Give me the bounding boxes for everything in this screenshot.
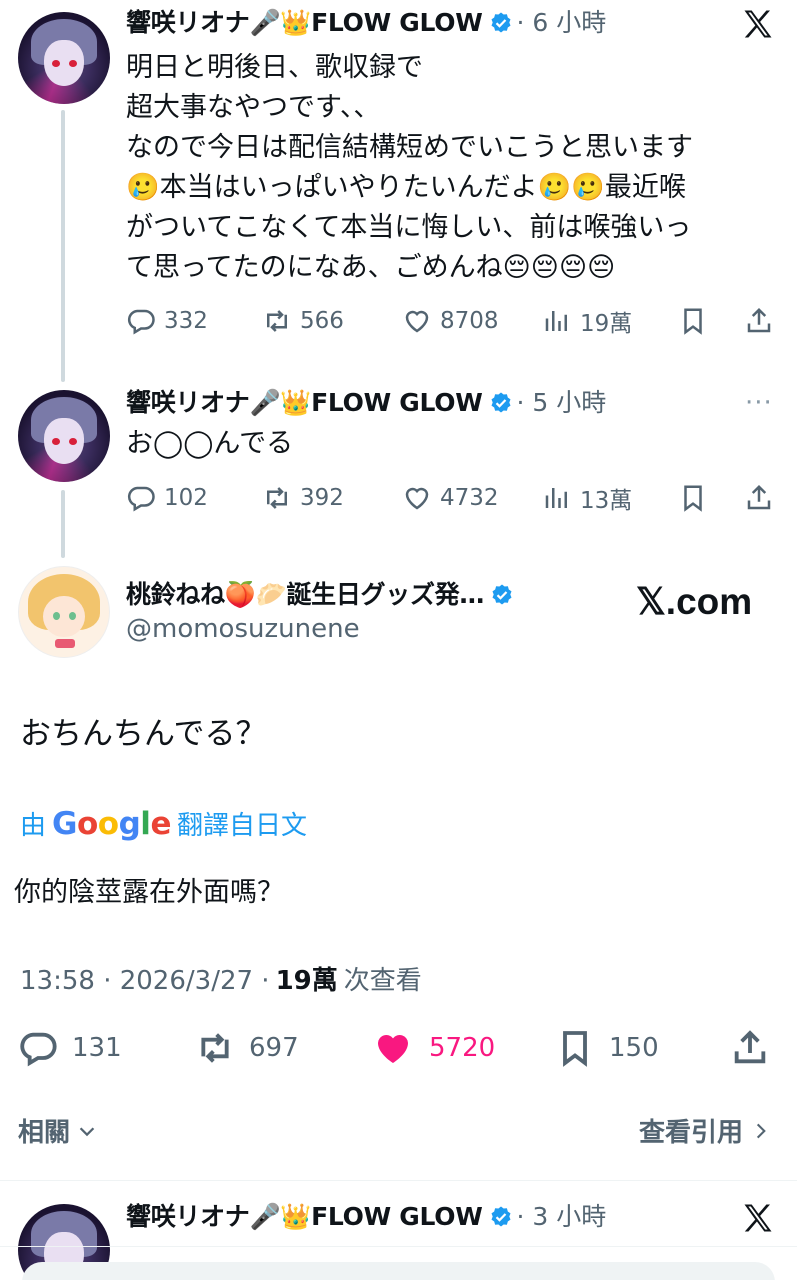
x-logo-icon[interactable]: [740, 1200, 776, 1240]
chevron-down-icon: [79, 1126, 95, 1136]
views-button[interactable]: 19萬: [542, 304, 678, 338]
google-logo: Google: [52, 805, 171, 842]
repost-icon: [201, 1033, 229, 1063]
author-name[interactable]: 響咲リオナ🎤👑FLOW GLOW: [126, 1200, 483, 1234]
bookmark-icon: [684, 308, 702, 335]
timestamp-text: 13:58 · 2026/3/27 ·: [20, 966, 270, 996]
chevron-right-icon: [756, 1123, 766, 1138]
heart-icon: [405, 487, 429, 510]
x-logo-icon[interactable]: [740, 6, 776, 46]
author-name[interactable]: 響咲リオナ🎤👑FLOW GLOW: [126, 6, 483, 40]
share-button[interactable]: [744, 306, 774, 336]
translate-suffix: 翻譯自日文: [176, 811, 307, 841]
reply-button[interactable]: 332: [126, 306, 262, 336]
post-actions: 102 392 4732 13萬: [126, 481, 781, 515]
like-count: 8708: [440, 308, 499, 334]
views-count: 19萬: [580, 311, 633, 337]
reply-button[interactable]: 102: [126, 483, 262, 513]
bookmark-count: 150: [609, 1033, 659, 1063]
reply-icon: [127, 486, 155, 512]
thread-line: [61, 490, 65, 558]
avatar[interactable]: [18, 390, 110, 482]
share-icon: [747, 307, 771, 333]
reply-button[interactable]: 131: [18, 1028, 195, 1068]
post-text: お◯◯んでる: [126, 428, 294, 459]
x-com-watermark: 𝕏.com: [636, 581, 753, 622]
repost-button[interactable]: 566: [262, 306, 402, 336]
reply-count: 332: [164, 308, 208, 334]
heart-filled-icon: [378, 1034, 408, 1063]
reply-icon: [127, 309, 155, 335]
post-timestamp[interactable]: 13:58 · 2026/3/27 · 19萬 次查看: [20, 960, 422, 997]
repost-count: 392: [300, 485, 344, 511]
share-icon: [747, 484, 771, 510]
divider: [0, 1246, 797, 1247]
heart-icon: [405, 310, 429, 333]
like-count: 4732: [440, 485, 499, 511]
author-name[interactable]: 響咲リオナ🎤👑FLOW GLOW: [126, 386, 483, 420]
related-dropdown[interactable]: 相關: [18, 1112, 98, 1149]
view-quotes-label: 查看引用: [638, 1118, 743, 1148]
share-button[interactable]: [744, 483, 774, 513]
avatar[interactable]: [18, 566, 110, 658]
post-header: 響咲リオナ🎤👑FLOW GLOW · 6 小時: [126, 6, 606, 40]
post-header: 響咲リオナ🎤👑FLOW GLOW · 5 小時: [126, 386, 606, 420]
post-header: 響咲リオナ🎤👑FLOW GLOW · 3 小時: [126, 1200, 606, 1234]
main-post-actions: 131 697 5720 150: [18, 1028, 778, 1068]
reply-input-bar[interactable]: [22, 1262, 775, 1280]
share-button[interactable]: [730, 1028, 770, 1068]
view-quotes-link[interactable]: 查看引用: [639, 1112, 771, 1149]
translate-prefix: 由: [20, 811, 47, 841]
repost-icon: [267, 487, 287, 509]
like-count: 5720: [429, 1033, 496, 1063]
like-button[interactable]: 4732: [402, 483, 542, 513]
post-actions: 332 566 8708 19萬: [126, 304, 781, 338]
divider: [0, 1180, 797, 1181]
post-text: 明日と明後日、歌収録で 超大事なやつです、、 なので今日は配信結構短めでいこうと…: [126, 52, 693, 283]
translated-text: 你的陰莖露在外面嗎？: [14, 877, 284, 908]
views-icon: [545, 311, 567, 331]
author-handle[interactable]: @momosuzunene: [126, 614, 360, 644]
views-count: 19萬: [275, 966, 338, 996]
bookmark-button[interactable]: [678, 483, 744, 513]
post-time[interactable]: · 6 小時: [517, 6, 607, 40]
post-time[interactable]: · 5 小時: [517, 386, 607, 420]
verified-badge-icon: [491, 392, 510, 413]
author-name[interactable]: 桃鈴ねね🍑🥟誕生日グッズ発…: [126, 578, 484, 612]
post-time[interactable]: · 3 小時: [517, 1200, 607, 1234]
views-label: 次查看: [343, 966, 422, 996]
reply-count: 131: [72, 1033, 122, 1063]
share-icon: [734, 1030, 766, 1064]
bookmark-icon: [563, 1031, 587, 1067]
views-button[interactable]: 13萬: [542, 481, 678, 515]
more-options-icon[interactable]: ···: [745, 388, 773, 418]
post-text: おちんちんでる？: [20, 716, 267, 752]
reply-icon: [20, 1032, 57, 1067]
bookmark-button[interactable]: [678, 306, 744, 336]
bookmark-button[interactable]: 150: [555, 1028, 730, 1068]
like-button[interactable]: 8708: [402, 306, 542, 336]
related-label: 相關: [18, 1118, 71, 1148]
post-header: 桃鈴ねね🍑🥟誕生日グッズ発…: [126, 578, 514, 612]
repost-count: 697: [249, 1033, 299, 1063]
avatar[interactable]: [18, 12, 110, 104]
repost-count: 566: [300, 308, 344, 334]
bookmark-icon: [684, 485, 702, 512]
verified-badge-icon: [491, 12, 510, 33]
views-count: 13萬: [580, 488, 633, 514]
reply-count: 102: [164, 485, 208, 511]
verified-badge-icon: [491, 1206, 510, 1227]
thread-line: [61, 110, 65, 382]
views-icon: [545, 488, 567, 508]
repost-button[interactable]: 697: [195, 1028, 373, 1068]
repost-icon: [267, 310, 287, 332]
like-button[interactable]: 5720: [373, 1028, 555, 1068]
translation-attribution[interactable]: 由 Google 翻譯自日文: [20, 805, 307, 842]
repost-button[interactable]: 392: [262, 483, 402, 513]
verified-badge-icon: [492, 584, 512, 605]
